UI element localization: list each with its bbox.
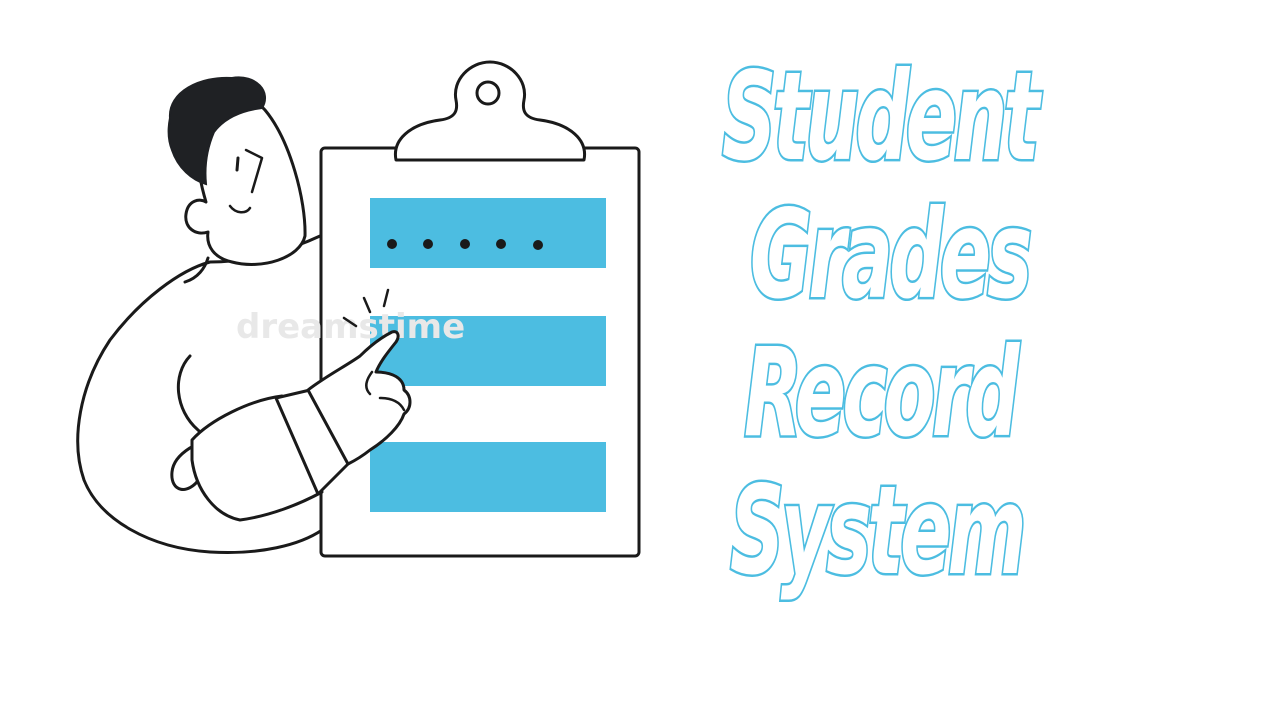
watermark-text: dreamstime xyxy=(236,307,465,347)
password-field-bar xyxy=(370,198,606,268)
title-line-system: System xyxy=(728,460,1028,603)
page-title: Student Grades Record System xyxy=(690,46,1250,648)
title-line-grades: Grades xyxy=(748,184,1033,327)
form-field-bar xyxy=(370,442,606,512)
hero-illustration: dreamstime xyxy=(0,0,700,720)
title-line-record: Record xyxy=(742,322,1021,465)
title-line-student: Student xyxy=(720,46,1041,189)
